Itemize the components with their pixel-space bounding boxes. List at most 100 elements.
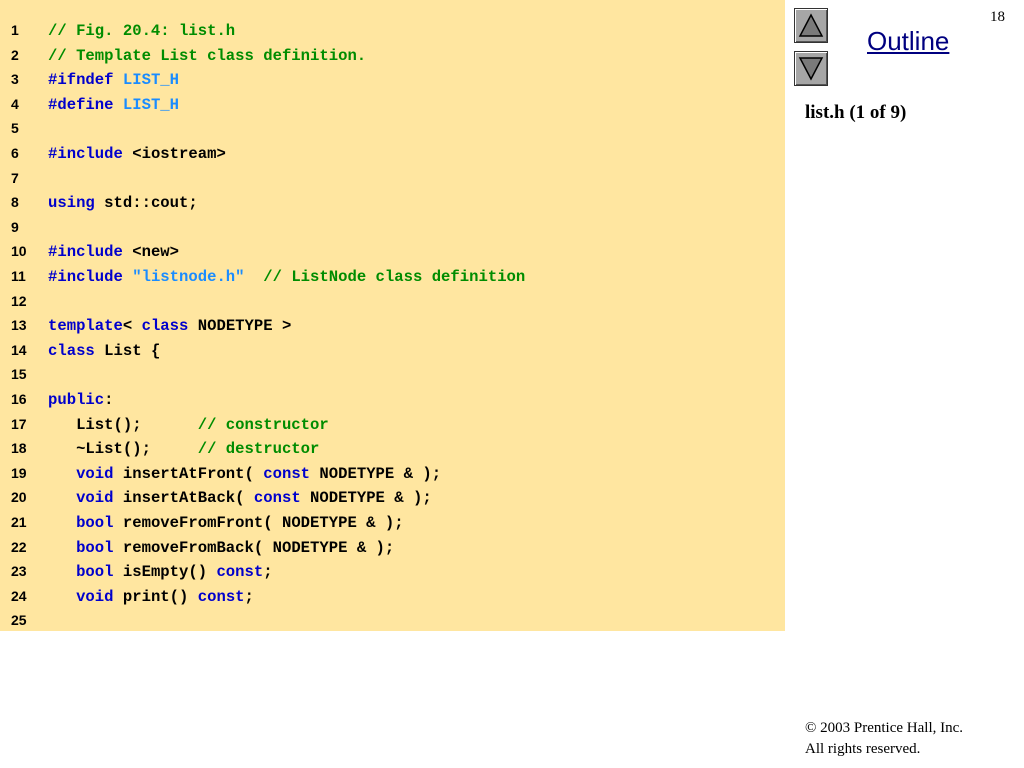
- line-code: ~List(); // destructor: [48, 440, 319, 458]
- code-token-keyword: bool: [76, 538, 114, 557]
- line-number: 17: [11, 415, 27, 432]
- line-code: #include <new>: [48, 243, 179, 261]
- code-token-plain: insertAtFront(: [113, 464, 264, 483]
- line-number: 8: [11, 194, 19, 211]
- next-slide-button[interactable]: [794, 51, 828, 86]
- code-token-keyword: class: [141, 317, 189, 336]
- slide-subtitle: list.h (1 of 9): [805, 102, 907, 123]
- code-token-plain: :: [104, 391, 114, 409]
- code-token-plain: NODETYPE & );: [300, 489, 432, 508]
- code-token-keyword: void: [76, 489, 114, 508]
- line-code: #ifndef LIST_H: [48, 71, 179, 89]
- line-number: 12: [11, 292, 27, 309]
- code-token-plain: ;: [244, 587, 254, 606]
- code-token-keyword: const: [253, 489, 301, 508]
- line-number: 14: [11, 341, 27, 358]
- code-token-keyword: const: [216, 563, 264, 582]
- code-token-comment: // destructor: [197, 440, 320, 459]
- code-token-keyword: template: [48, 317, 123, 336]
- code-token-keyword: class: [48, 341, 95, 360]
- line-number: 4: [11, 95, 19, 112]
- line-number: 15: [11, 366, 27, 383]
- code-token-keyword: const: [263, 464, 311, 483]
- code-token-plain: insertAtBack(: [113, 489, 254, 508]
- code-token-plain: ~List();: [48, 440, 198, 459]
- line-code: bool removeFromFront( NODETYPE & );: [48, 514, 404, 532]
- line-code: class List {: [48, 342, 160, 360]
- outline-link[interactable]: Outline: [867, 26, 949, 57]
- line-code: public:: [48, 391, 114, 409]
- code-token-plain: std::cout;: [94, 194, 198, 213]
- line-code: bool isEmpty() const;: [48, 563, 273, 581]
- code-token-plain: List {: [94, 341, 161, 360]
- line-number: 13: [11, 317, 27, 334]
- code-listing: 1 // Fig. 20.4: list.h 2 // Template List c…: [0, 0, 785, 631]
- code-token-plain: <iostream>: [122, 145, 226, 163]
- line-number: 20: [11, 489, 27, 506]
- line-code: void print() const;: [48, 588, 254, 606]
- page-number: 18: [990, 9, 1005, 25]
- line-number: 19: [11, 464, 27, 481]
- line-number: 11: [11, 268, 26, 284]
- line-number: 21: [11, 514, 27, 530]
- code-token-plain: print(): [113, 587, 198, 606]
- line-number: 1: [11, 22, 19, 38]
- code-token-keyword: void: [76, 587, 114, 606]
- line-number: 5: [11, 120, 19, 137]
- code-token-keyword: const: [197, 587, 245, 606]
- code-token-keyword: #define: [48, 95, 114, 114]
- line-number: 25: [11, 612, 27, 629]
- line-number: 2: [11, 46, 19, 63]
- rights-line: All rights reserved.: [805, 741, 921, 757]
- code-token-keyword: #include: [48, 145, 123, 163]
- code-token-plain: NODETYPE & );: [310, 464, 442, 483]
- triangle-down-icon: [798, 57, 824, 81]
- line-number: 16: [11, 391, 27, 407]
- line-number: 7: [11, 169, 19, 186]
- line-number: 23: [11, 563, 27, 580]
- previous-slide-button[interactable]: [794, 8, 828, 43]
- line-code: template< class NODETYPE >: [48, 317, 291, 335]
- code-token-plain: <new>: [122, 243, 180, 262]
- code-token-plain: NODETYPE >: [188, 317, 292, 336]
- code-token-keyword: #ifndef: [48, 71, 114, 90]
- code-token-comment: // Template List class definition.: [48, 46, 367, 65]
- line-code: // Template List class definition.: [48, 47, 366, 65]
- code-token-plain: <: [122, 317, 142, 336]
- line-number: 6: [11, 145, 19, 161]
- line-code: bool removeFromBack( NODETYPE & );: [48, 539, 394, 557]
- line-number: 10: [11, 243, 27, 260]
- line-code: #include <iostream>: [48, 145, 226, 163]
- code-token-plain: removeFromFront( NODETYPE & );: [113, 514, 404, 532]
- line-code: using std::cout;: [48, 194, 198, 212]
- code-token-macro: LIST_H: [122, 95, 180, 114]
- code-token-comment: // ListNode class definition: [263, 268, 526, 286]
- code-token-keyword: void: [76, 464, 114, 483]
- copyright-line: © 2003 Prentice Hall, Inc.: [805, 720, 964, 736]
- line-number: 3: [11, 71, 19, 88]
- line-number: 18: [11, 440, 27, 457]
- line-number: 9: [11, 218, 19, 235]
- code-token-keyword: #include: [48, 243, 123, 262]
- line-code: #include "listnode.h" // ListNode class …: [48, 268, 525, 286]
- code-token-plain: List();: [48, 415, 198, 434]
- triangle-up-icon: [798, 13, 824, 37]
- code-token-plain: isEmpty(): [113, 563, 217, 582]
- line-code: void insertAtBack( const NODETYPE & );: [48, 489, 432, 507]
- line-code: List(); // constructor: [48, 416, 329, 434]
- line-code: void insertAtFront( const NODETYPE & );: [48, 465, 441, 483]
- code-token-macro: LIST_H: [122, 71, 180, 90]
- line-code: // Fig. 20.4: list.h: [48, 22, 235, 40]
- copyright-notice: © 2003 Prentice Hall, Inc. All rights re…: [805, 718, 963, 760]
- line-code: #define LIST_H: [48, 96, 179, 114]
- line-number: 22: [11, 538, 27, 555]
